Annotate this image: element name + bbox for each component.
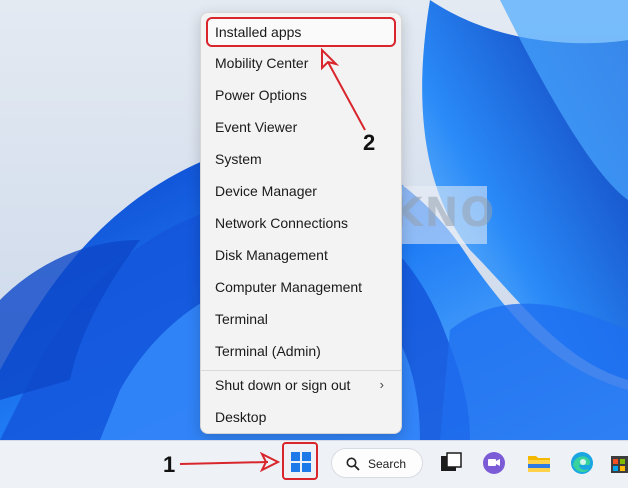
step-number-1: 1 [163,452,176,477]
step-number-2: 2 [363,130,376,155]
arrow-2-line [327,61,366,131]
arrow-1-line [179,461,269,465]
annotation-arrows [179,47,366,473]
